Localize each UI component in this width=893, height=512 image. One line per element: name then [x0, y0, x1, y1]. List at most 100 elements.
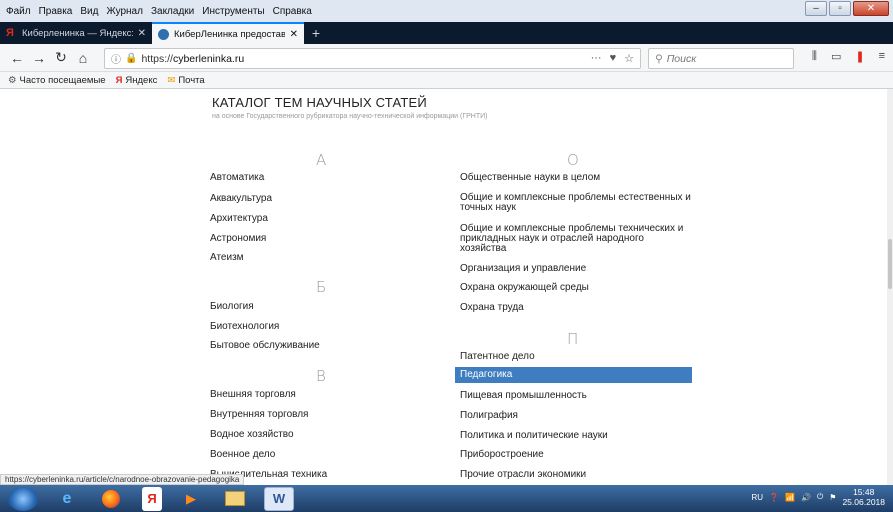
page-content: КАТАЛОГ ТЕМ НАУЧНЫХ СТАТЕЙ на основе Гос…: [0, 89, 893, 485]
url-bar[interactable]: ⓘ 🔒 https://cyberleninka.ru ··· ♥ ☆: [104, 48, 641, 69]
tab-cyberleninka[interactable]: КиберЛенинка предоставляет ✕: [152, 22, 304, 44]
lock-icon: 🔒: [125, 53, 138, 64]
catalog-item[interactable]: Политика и политические науки: [460, 431, 608, 441]
catalog-item[interactable]: Внутренняя торговля: [210, 410, 308, 420]
tab-yandex[interactable]: Я Киберленинка — Яндекс: нашл ✕: [0, 22, 152, 44]
close-tab-icon[interactable]: ✕: [290, 29, 298, 40]
catalog-item[interactable]: Внешняя торговля: [210, 390, 296, 400]
catalog-item-selected[interactable]: Педагогика: [455, 367, 692, 383]
catalog-item[interactable]: Патентное дело: [460, 352, 535, 362]
info-icon[interactable]: ⓘ: [111, 51, 121, 66]
catalog-item[interactable]: Бытовое обслуживание: [210, 341, 320, 351]
catalog-item[interactable]: Общественные науки в целом: [460, 173, 700, 183]
volume-icon[interactable]: 🔊: [801, 493, 811, 502]
catalog-item[interactable]: Общие и комплексные проблемы естественны…: [460, 193, 700, 213]
menu-edit[interactable]: Правка: [39, 6, 73, 17]
letter-heading-a: А: [316, 151, 327, 169]
bookmarks-bar: ⚙ Часто посещаемые Я Яндекс ✉ Почта: [0, 72, 893, 89]
letter-heading-p: П: [567, 330, 579, 348]
pocket-icon[interactable]: ♥: [610, 52, 617, 65]
start-button[interactable]: [8, 486, 38, 511]
minimize-button[interactable]: –: [805, 1, 827, 16]
bookmark-label: Часто посещаемые: [19, 74, 106, 86]
status-url: https://cyberleninka.ru/article/c/narodn…: [0, 474, 245, 485]
catalog-item[interactable]: Приборостроение: [460, 450, 544, 460]
bookmark-label: Яндекс: [125, 74, 158, 86]
catalog-item[interactable]: Военное дело: [210, 450, 275, 460]
letter-heading-b: Б: [316, 278, 327, 296]
bookmark-most-visited[interactable]: ⚙ Часто посещаемые: [8, 75, 106, 86]
catalog-item[interactable]: Организация и управление: [460, 264, 700, 274]
back-icon[interactable]: ←: [6, 50, 28, 66]
language-indicator[interactable]: RU: [751, 493, 763, 502]
catalog-item[interactable]: Аквакультура: [210, 194, 272, 204]
catalog-item[interactable]: Архитектура: [210, 214, 268, 224]
system-tray: RU ❓ 📶 🔊 ⏻ ⚑ 15:48 25.06.2018: [751, 487, 885, 507]
catalog-item[interactable]: Охрана труда: [460, 303, 700, 313]
catalog-item[interactable]: Общие и комплексные проблемы технических…: [460, 224, 692, 254]
menu-file[interactable]: Файл: [6, 6, 31, 17]
ie-icon[interactable]: e: [52, 487, 82, 511]
maximize-button[interactable]: ▫: [829, 1, 851, 16]
bookmark-yandex[interactable]: Я Яндекс: [116, 75, 158, 86]
close-tab-icon[interactable]: ✕: [138, 28, 146, 39]
folder-icon[interactable]: [220, 487, 250, 511]
firefox-icon[interactable]: [96, 487, 126, 511]
url-scheme: https://: [141, 52, 173, 65]
mail-icon: ✉: [167, 74, 176, 86]
url-host: cyberleninka.ru: [172, 52, 245, 65]
page-subtitle: на основе Государственного рубрикатора н…: [212, 113, 488, 120]
page-scrollbar[interactable]: [887, 89, 893, 485]
help-icon[interactable]: ❓: [769, 493, 779, 502]
yandex-browser-icon[interactable]: Я: [142, 486, 162, 511]
page-title: КАТАЛОГ ТЕМ НАУЧНЫХ СТАТЕЙ: [212, 95, 427, 110]
tab-title: КиберЛенинка предоставляет: [174, 28, 285, 40]
yandex-icon: Я: [6, 26, 14, 39]
catalog-item[interactable]: Пищевая промышленность: [460, 391, 587, 401]
page-actions-icon[interactable]: ···: [591, 52, 602, 65]
menu-bookmarks[interactable]: Закладки: [151, 6, 194, 17]
bookmark-mail[interactable]: ✉ Почта: [167, 75, 204, 86]
catalog-item[interactable]: Автоматика: [210, 173, 264, 183]
scrollbar-thumb[interactable]: [888, 239, 892, 289]
catalog-item[interactable]: Полиграфия: [460, 411, 518, 421]
hamburger-menu-icon[interactable]: ≡: [879, 50, 885, 63]
url-actions: ··· ♥ ☆: [591, 52, 634, 65]
media-player-icon[interactable]: ▶: [176, 487, 206, 511]
clock[interactable]: 15:48 25.06.2018: [842, 487, 885, 507]
catalog-item[interactable]: Водное хозяйство: [210, 430, 294, 440]
new-tab-button[interactable]: +: [304, 22, 328, 44]
catalog-item[interactable]: Охрана окружающей среды: [460, 283, 700, 293]
menu-help[interactable]: Справка: [273, 6, 312, 17]
network-icon[interactable]: 📶: [785, 493, 795, 502]
bookmark-star-icon[interactable]: ☆: [624, 52, 634, 65]
yandex-icon: Я: [115, 74, 123, 86]
tab-title: Киберленинка — Яндекс: нашл: [22, 27, 133, 39]
search-input[interactable]: [666, 52, 777, 65]
reload-icon[interactable]: ↻: [50, 49, 72, 66]
bookmark-label: Почта: [178, 74, 205, 86]
sidebar-icon[interactable]: ▭: [831, 50, 841, 63]
cyberleninka-icon: [158, 28, 169, 40]
flag-icon[interactable]: ⚑: [829, 493, 836, 502]
catalog-item[interactable]: Биотехнология: [210, 322, 279, 332]
power-icon[interactable]: ⏻: [817, 492, 823, 502]
menu-history[interactable]: Журнал: [106, 6, 143, 17]
home-icon[interactable]: ⌂: [72, 50, 94, 66]
toolbar-right: ⫼ ▭ ❚ ≡: [812, 50, 885, 63]
catalog-item[interactable]: Атеизм: [210, 253, 244, 263]
forward-icon[interactable]: →: [28, 50, 50, 66]
close-window-button[interactable]: ✕: [853, 1, 889, 16]
word-icon[interactable]: W: [264, 486, 294, 511]
library-icon[interactable]: ⫼: [812, 50, 817, 63]
gear-icon: ⚙: [8, 74, 17, 86]
clock-date: 25.06.2018: [842, 497, 885, 507]
catalog-item[interactable]: Прочие отрасли экономики: [460, 470, 586, 480]
url-text[interactable]: https://cyberleninka.ru: [141, 53, 244, 65]
menu-view[interactable]: Вид: [80, 6, 98, 17]
catalog-item[interactable]: Астрономия: [210, 234, 266, 244]
catalog-item[interactable]: Биология: [210, 302, 254, 312]
extension-icon[interactable]: ❚: [855, 50, 864, 63]
menu-tools[interactable]: Инструменты: [202, 6, 264, 17]
search-box[interactable]: ⚲: [648, 48, 794, 69]
